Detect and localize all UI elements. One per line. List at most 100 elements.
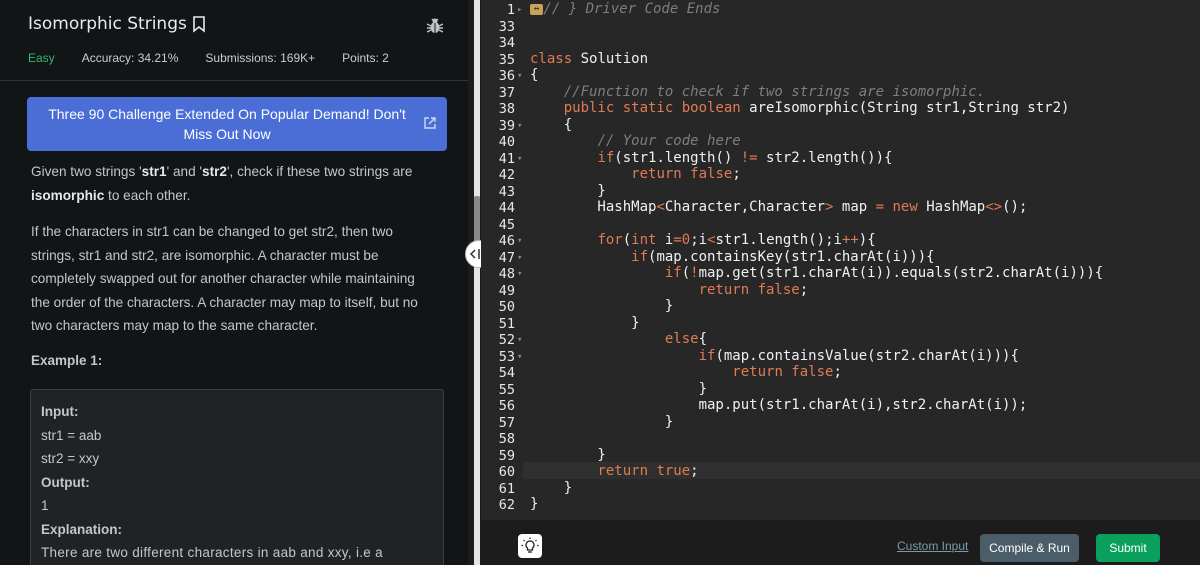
line-number: 41 [498,150,515,167]
desc-str2: str2 [202,164,227,179]
line-number: 34 [498,35,515,51]
fold-arrow-icon[interactable]: ▾ [517,151,525,168]
code-line: } [530,314,640,331]
code-line: return false; [732,364,842,380]
code-line: } [530,413,674,430]
code-line: class Solution [530,50,649,67]
line-number: 33 [498,18,515,35]
line-number: 40 [498,134,515,150]
line-number: 55 [498,381,515,398]
code-line: else{ [664,331,708,347]
code-line: HashMap<Character,Character> map = new H… [530,199,1028,215]
code-line: for(int i=0;i<str1.length();i++){ [597,232,876,248]
code-line: if(!map.get(str1.charAt(i)).equals(str2.… [664,265,1104,281]
banner-line-1: Three 90 Challenge Extended On Popular D… [48,106,406,122]
code-line: } [530,182,606,199]
unfold-arrow-icon[interactable]: ▸ [517,2,525,19]
line-number: 59 [498,447,515,464]
code-line: } [530,479,573,496]
desc-text: ', check if these two strings are [226,164,413,179]
fold-arrow-icon[interactable]: ▾ [517,250,525,267]
lightbulb-icon [521,537,539,553]
line-number: 54 [498,365,515,381]
code-line: if(str1.length() != str2.length()){ [597,149,893,166]
banner-line-2: Miss Out Now [183,126,271,142]
fold-arrow-icon[interactable]: ▾ [517,233,525,250]
divider [0,80,468,81]
code-line: return false; [698,281,809,298]
fold-arrow-icon[interactable]: ▾ [517,349,525,366]
line-number: 35 [498,51,515,68]
output-value: 1 [41,498,49,513]
code-line: return false; [631,166,741,182]
line-number: 46 [498,233,515,249]
detail-line: two characters may map to the same chara… [31,318,318,333]
code-editor[interactable]: 1 ▸ 33 34 35 36 ▾ 37 38 39 ▾ 40 41 ▾ 42 43 44 45 46 ▾ 47 ▾ 48 ▾… [481,0,1200,520]
accuracy-stat: Accuracy: 34.21% [81,51,179,65]
custom-input-link[interactable]: Custom Input [897,539,968,553]
external-link-icon[interactable] [423,115,437,129]
input-label: Input: [41,404,79,419]
fold-arrow-icon[interactable]: ▾ [517,266,525,283]
title-row: Isomorphic Strings [28,14,208,34]
line-number: 36 [498,68,515,84]
example-label: Example 1: [31,353,103,368]
desc-str1: str1 [141,164,167,179]
code-line: } [530,298,674,314]
hint-lightbulb-button[interactable] [518,534,542,558]
left-scrollbar[interactable] [474,0,480,565]
difficulty-badge: Easy [28,51,55,65]
submit-button[interactable]: Submit [1096,534,1160,562]
code-line: ↔// } Driver Code Ends [530,1,720,18]
detail-line: the order of the characters. A character… [31,294,418,310]
line-number: 62 [498,497,515,513]
line-number: 49 [498,282,515,299]
compile-run-button[interactable]: Compile & Run [980,534,1079,562]
explanation-text: There are two different characters in aa… [41,545,383,560]
code-line: if(map.containsValue(str2.charAt(i))){ [698,347,1019,364]
points-stat: Points: 2 [342,51,389,65]
challenge-banner[interactable]: Three 90 Challenge Extended On Popular D… [27,97,447,151]
code-line: //Function to check if two strings are i… [563,83,986,100]
bug-report-icon[interactable] [425,16,445,36]
line-number: 1 [506,2,515,18]
line-number: 53 [498,348,515,365]
detail-line: If the characters in str1 can be changed… [31,224,393,239]
line-number: 44 [498,200,515,216]
line-number: 57 [498,414,515,431]
code-line: { [530,67,539,83]
problem-details: If the characters in str1 can be changed… [31,220,441,338]
fold-arrow-icon[interactable]: ▾ [517,332,525,349]
code-line: return true; [597,463,699,479]
fold-arrow-icon[interactable]: ▾ [517,68,525,85]
desc-isomorphic: isomorphic [31,187,105,203]
problem-panel: Isomorphic Strings Easy Accuracy: 34.21%… [0,0,468,565]
line-number: 38 [498,101,515,117]
bookmark-icon[interactable] [190,14,208,34]
code-line: } [530,380,708,397]
fold-arrow-icon[interactable]: ▾ [517,118,525,135]
desc-text: ' and ' [166,164,203,179]
line-number: 37 [498,84,515,101]
code-comment: // } Driver Code Ends [543,1,721,17]
code-line: public static boolean areIsomorphic(Stri… [563,100,1070,116]
line-number: 39 [498,117,515,134]
line-number: 50 [498,299,515,315]
folded-code-marker[interactable]: ↔ [530,3,544,15]
code-line: } [530,446,606,463]
code-line: { [530,116,573,133]
line-number: 58 [498,431,515,447]
line-number: 51 [498,315,515,332]
line-number: 47 [498,249,515,266]
problem-description: Given two strings 'str1' and 'str2', che… [31,160,441,207]
desc-text: to each other. [104,187,191,203]
line-number: 43 [498,183,515,200]
line-number: 60 [498,464,515,480]
editor-toolbar: Custom Input Compile & Run Submit [481,520,1200,565]
line-number-gutter: 1 ▸ 33 34 35 36 ▾ 37 38 39 ▾ 40 41 ▾ 42 43 44 45 46 ▾ 47 ▾ 48 ▾… [481,0,523,520]
input-line-2: str2 = xxy [41,451,100,466]
desc-text: Given two strings ' [31,164,142,179]
line-number: 56 [498,398,515,414]
problem-title: Isomorphic Strings [28,14,187,34]
output-label: Output: [41,474,90,490]
